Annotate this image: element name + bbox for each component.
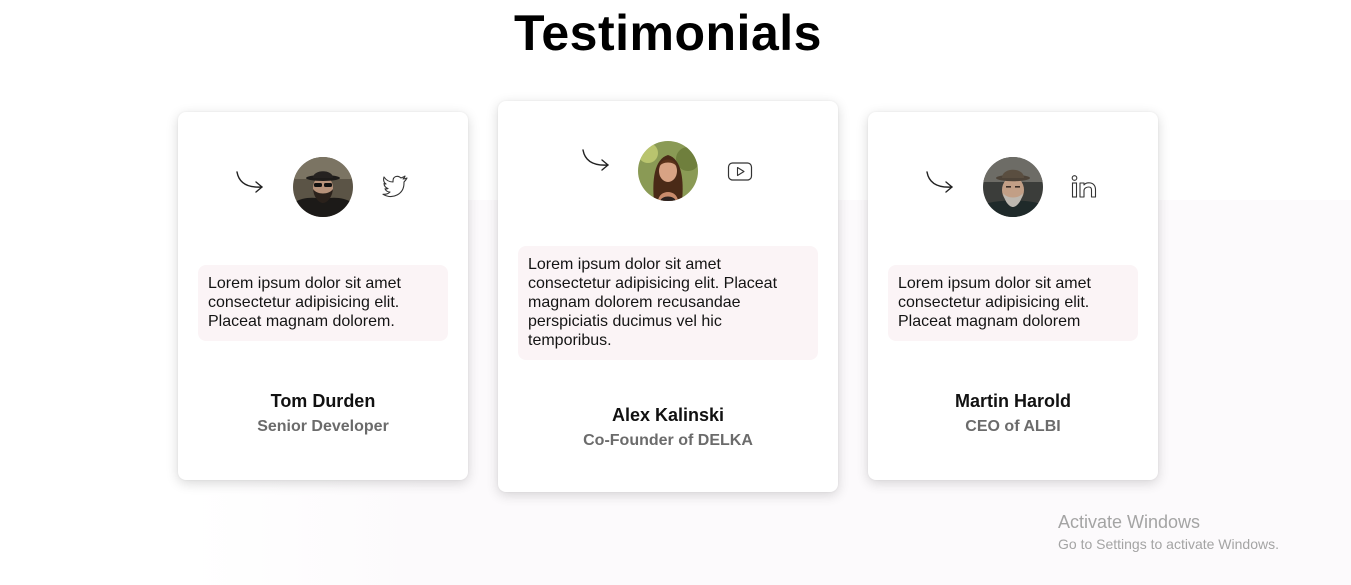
- curved-arrow-icon: [236, 171, 263, 193]
- avatar: [293, 157, 353, 217]
- activate-windows-watermark: Activate Windows Go to Settings to activ…: [1058, 511, 1279, 553]
- person-name: Tom Durden: [270, 391, 376, 411]
- youtube-icon[interactable]: [727, 161, 753, 183]
- testimonial-card: Lorem ipsum dolor sit amet consectetur a…: [178, 112, 468, 480]
- linkedin-icon[interactable]: [1070, 173, 1098, 201]
- card-icon-row: [868, 157, 1158, 217]
- watermark-subtitle: Go to Settings to activate Windows.: [1058, 536, 1279, 552]
- avatar: [638, 141, 698, 201]
- card-icon-row: [498, 141, 838, 201]
- testimonial-quote: Lorem ipsum dolor sit amet consectetur a…: [888, 265, 1138, 341]
- person-role: Senior Developer: [257, 418, 389, 435]
- person-name: Alex Kalinski: [611, 405, 725, 425]
- page-title: Testimonials: [514, 5, 822, 61]
- curved-arrow-icon: [582, 149, 609, 171]
- person-role: CEO of ALBI: [965, 418, 1061, 435]
- testimonial-quote: Lorem ipsum dolor sit amet consectetur a…: [518, 246, 818, 360]
- testimonial-card: Lorem ipsum dolor sit amet consectetur a…: [868, 112, 1158, 480]
- person-role: Co-Founder of DELKA: [583, 432, 753, 449]
- avatar: [983, 157, 1043, 217]
- testimonial-card: Lorem ipsum dolor sit amet consectetur a…: [498, 101, 838, 492]
- twitter-icon[interactable]: [381, 173, 409, 199]
- person-name: Martin Harold: [954, 391, 1071, 411]
- watermark-title: Activate Windows: [1058, 512, 1201, 532]
- card-icon-row: [178, 157, 468, 217]
- testimonial-quote: Lorem ipsum dolor sit amet consectetur a…: [198, 265, 448, 341]
- curved-arrow-icon: [926, 171, 953, 193]
